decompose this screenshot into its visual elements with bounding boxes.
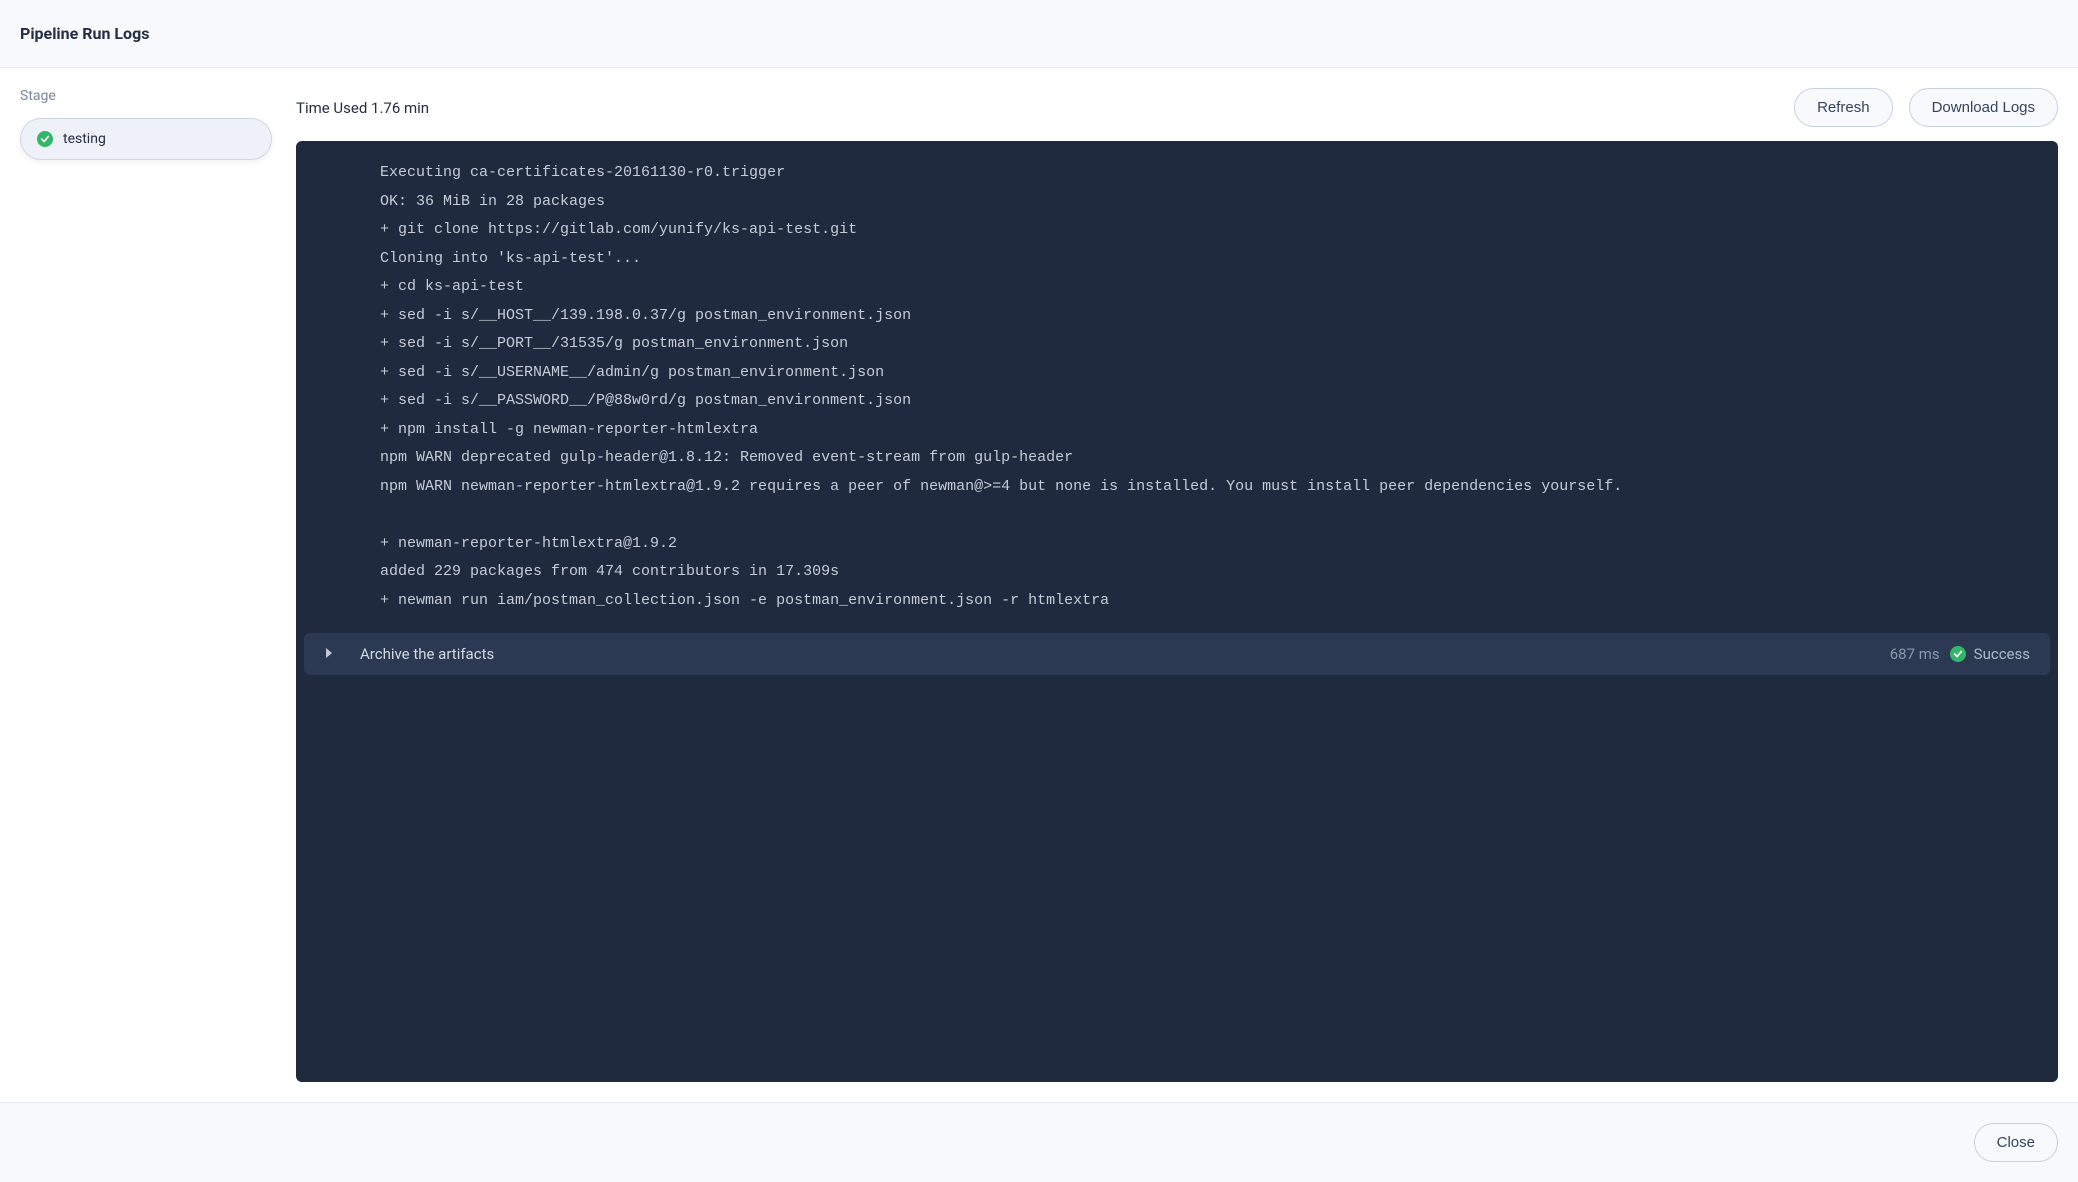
success-icon: [37, 131, 53, 147]
modal-title: Pipeline Run Logs: [20, 24, 2058, 43]
stage-sidebar: Stage testing: [20, 88, 272, 1082]
log-toolbar: Time Used 1.76 min Refresh Download Logs: [296, 88, 2058, 127]
modal-header: Pipeline Run Logs: [0, 0, 2078, 68]
refresh-button[interactable]: Refresh: [1794, 88, 1893, 127]
toolbar-buttons: Refresh Download Logs: [1794, 88, 2058, 127]
pipeline-logs-modal: Pipeline Run Logs Stage testing Time Use…: [0, 0, 2078, 1182]
step-row-archive[interactable]: Archive the artifacts 687 ms Success: [304, 633, 2050, 675]
step-status: Success: [1974, 645, 2030, 663]
log-output: Executing ca-certificates-20161130-r0.tr…: [304, 151, 2050, 623]
time-used-label: Time Used 1.76 min: [296, 99, 429, 117]
success-icon: [1950, 646, 1966, 662]
step-time: 687 ms: [1890, 645, 1940, 663]
step-name: Archive the artifacts: [360, 645, 1890, 663]
download-logs-button[interactable]: Download Logs: [1909, 88, 2058, 127]
sidebar-label: Stage: [20, 88, 272, 104]
stage-name: testing: [63, 131, 106, 147]
log-main: Time Used 1.76 min Refresh Download Logs…: [296, 88, 2058, 1082]
caret-right-icon: [324, 645, 334, 663]
log-panel[interactable]: Executing ca-certificates-20161130-r0.tr…: [296, 141, 2058, 1082]
close-button[interactable]: Close: [1974, 1123, 2058, 1162]
modal-footer: Close: [0, 1102, 2078, 1182]
stage-item-testing[interactable]: testing: [20, 118, 272, 160]
modal-body: Stage testing Time Used 1.76 min Refresh…: [0, 68, 2078, 1102]
